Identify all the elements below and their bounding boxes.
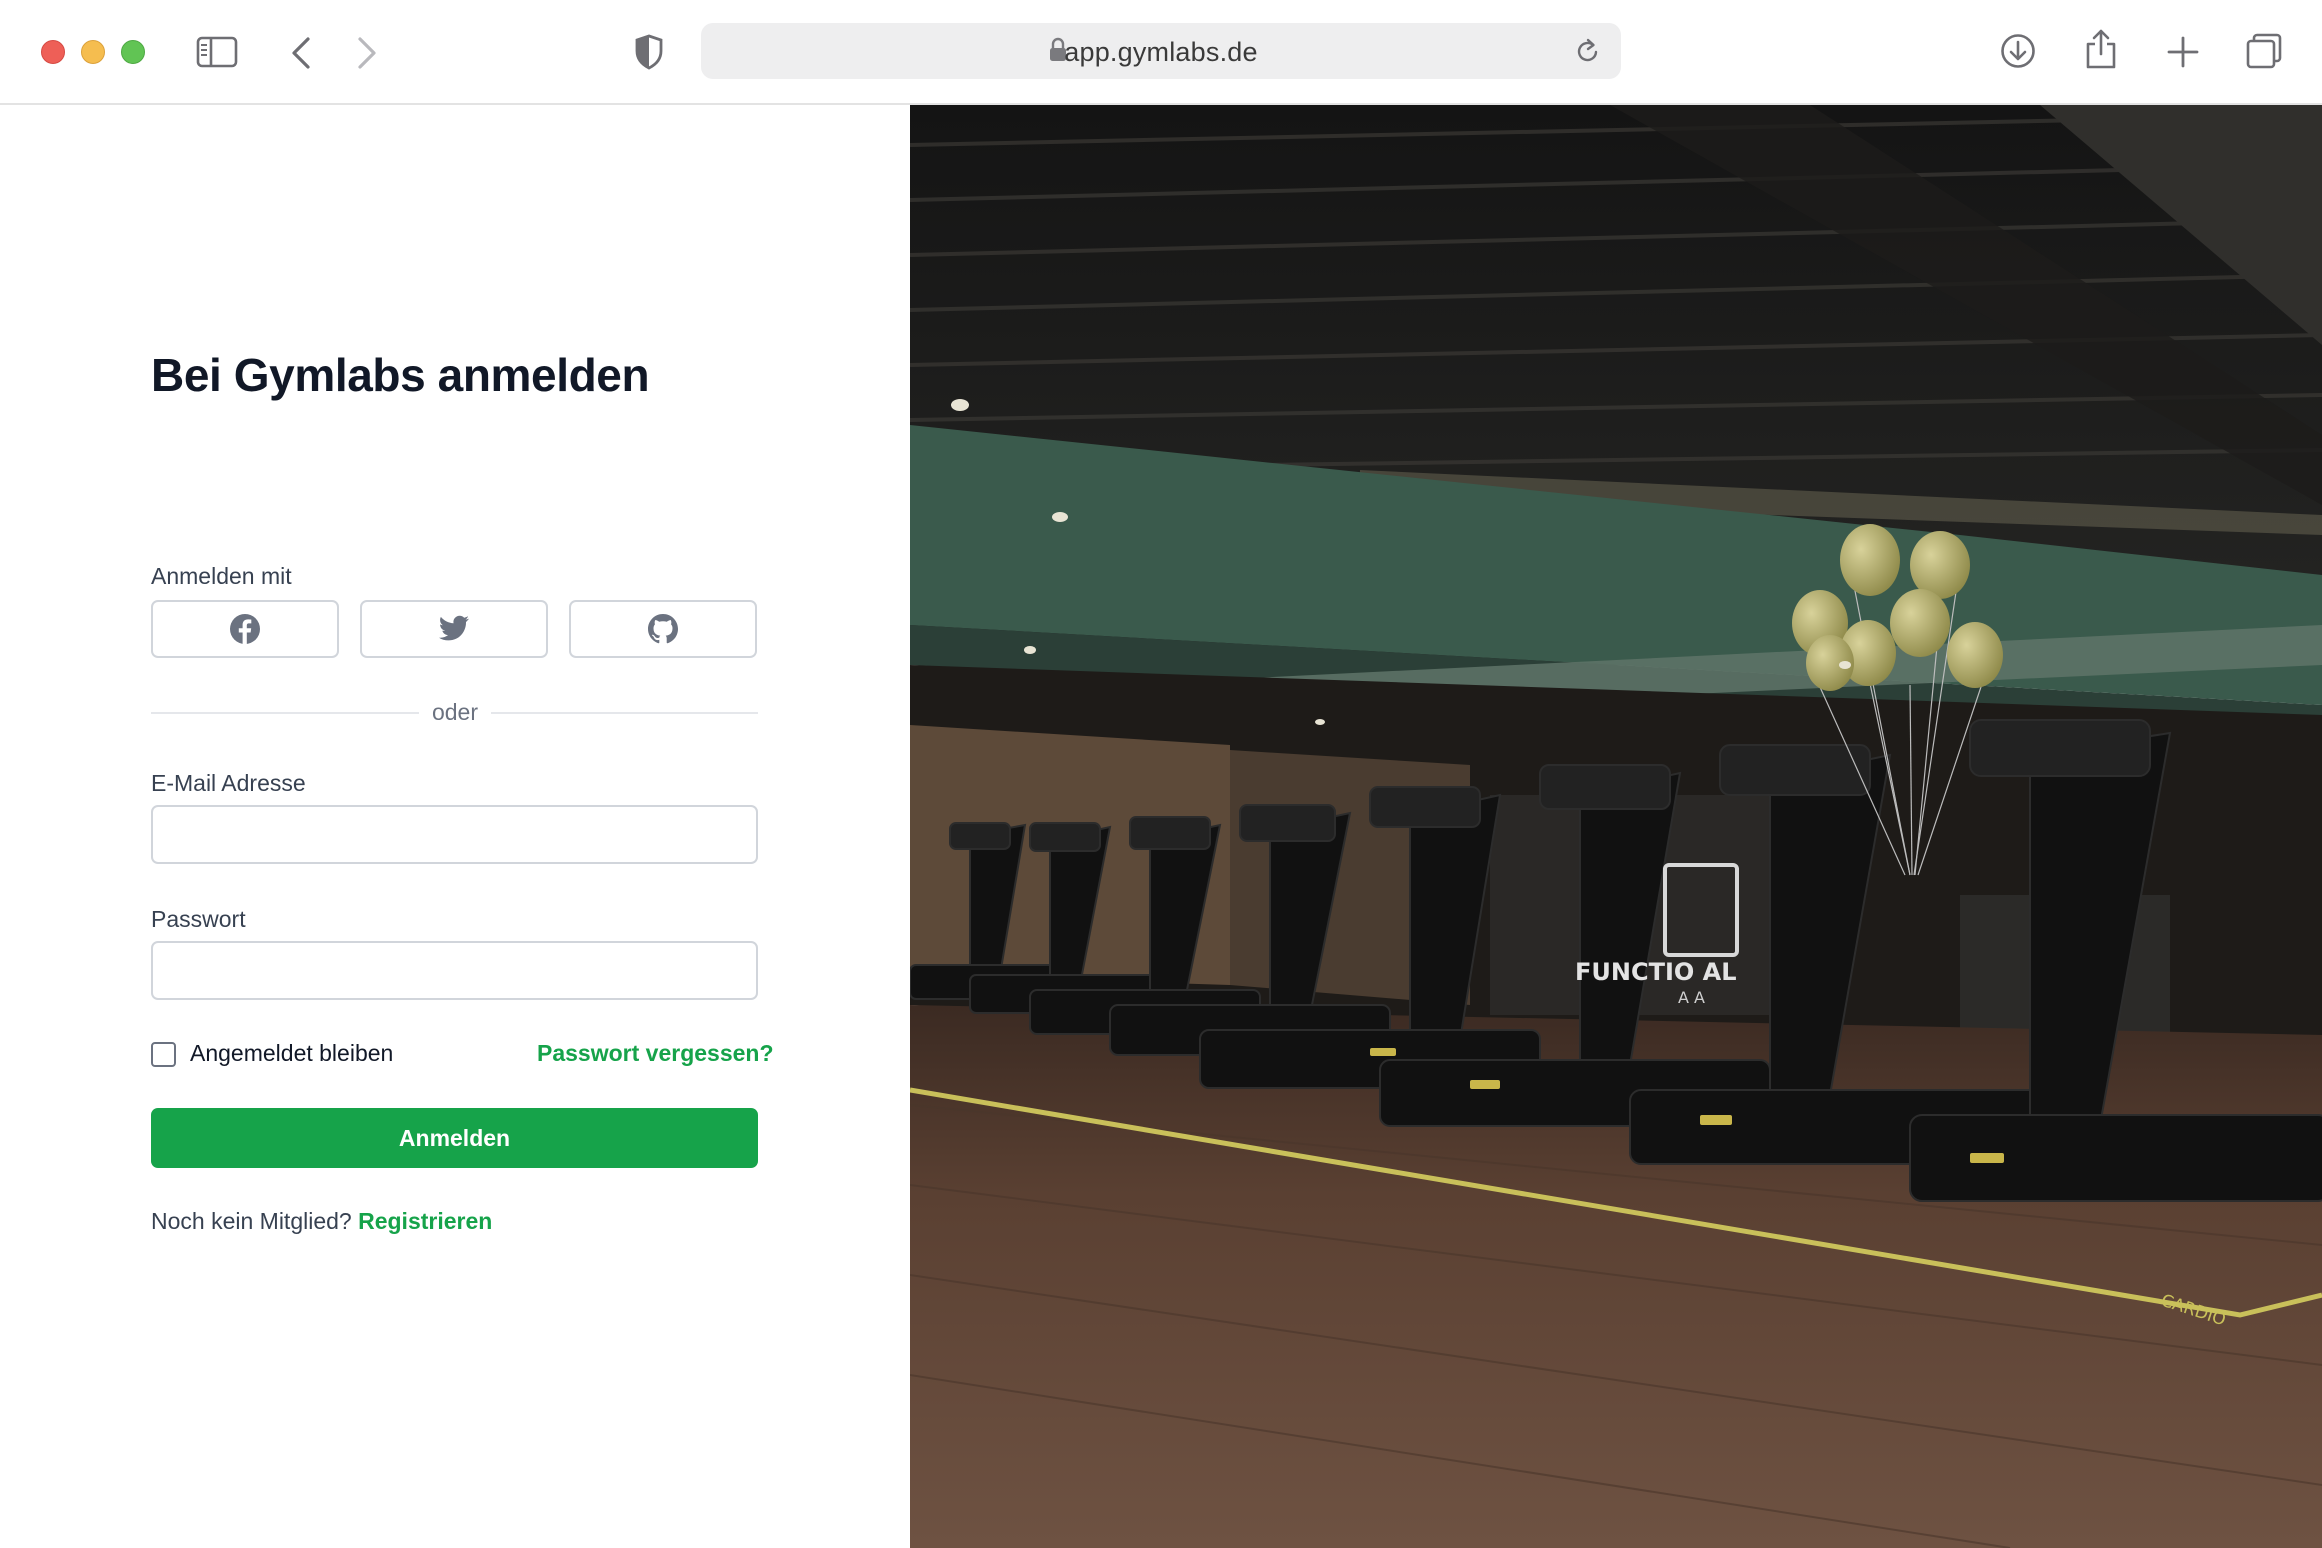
gym-hero-image: CARDIO FUNCTIO AL A A <box>910 105 2322 1548</box>
gym-photo: CARDIO FUNCTIO AL A A <box>910 105 2322 1548</box>
sign-subtext: A A <box>1678 988 1705 1007</box>
remember-me-checkbox[interactable] <box>151 1042 176 1067</box>
password-label: Passwort <box>151 906 246 932</box>
remember-me-label[interactable]: Angemeldet bleiben <box>190 1040 393 1067</box>
minimize-window-button[interactable] <box>81 40 105 64</box>
facebook-icon <box>230 614 260 644</box>
zoom-window-button[interactable] <box>121 40 145 64</box>
sign-text: FUNCTIO AL <box>1575 958 1737 986</box>
divider-line-right <box>491 712 758 714</box>
url-text: app.gymlabs.de <box>1064 37 1258 67</box>
new-tab-icon[interactable] <box>2167 36 2199 68</box>
divider-line-left <box>151 712 419 714</box>
register-prompt: Noch kein Mitglied? <box>151 1208 352 1234</box>
forgot-password-link[interactable]: Passwort vergessen? <box>537 1040 774 1067</box>
divider-text: oder <box>431 699 479 725</box>
back-icon[interactable] <box>290 36 312 70</box>
tabs-overview-icon[interactable] <box>2246 33 2282 69</box>
github-icon <box>648 614 678 644</box>
email-label: E-Mail Adresse <box>151 770 306 796</box>
password-field[interactable] <box>151 941 758 1000</box>
address-bar[interactable]: app.gymlabs.de <box>701 23 1621 79</box>
register-link[interactable]: Registrieren <box>358 1208 492 1234</box>
forward-icon[interactable] <box>356 36 378 70</box>
share-icon[interactable] <box>2085 28 2117 70</box>
social-login-label: Anmelden mit <box>151 563 292 589</box>
email-field[interactable] <box>151 805 758 864</box>
twitter-login-button[interactable] <box>360 600 548 658</box>
close-window-button[interactable] <box>41 40 65 64</box>
login-submit-button[interactable]: Anmelden <box>151 1108 758 1168</box>
browser-toolbar: app.gymlabs.de <box>0 0 2322 105</box>
twitter-icon <box>438 615 469 641</box>
facebook-login-button[interactable] <box>151 600 339 658</box>
reload-icon[interactable] <box>1575 37 1601 65</box>
download-icon[interactable] <box>2000 33 2036 69</box>
register-row: Noch kein Mitglied? Registrieren <box>151 1208 492 1235</box>
page-title: Bei Gymlabs anmelden <box>151 349 650 401</box>
shield-icon[interactable] <box>634 34 664 70</box>
sidebar-icon[interactable] <box>196 36 238 68</box>
github-login-button[interactable] <box>569 600 757 658</box>
